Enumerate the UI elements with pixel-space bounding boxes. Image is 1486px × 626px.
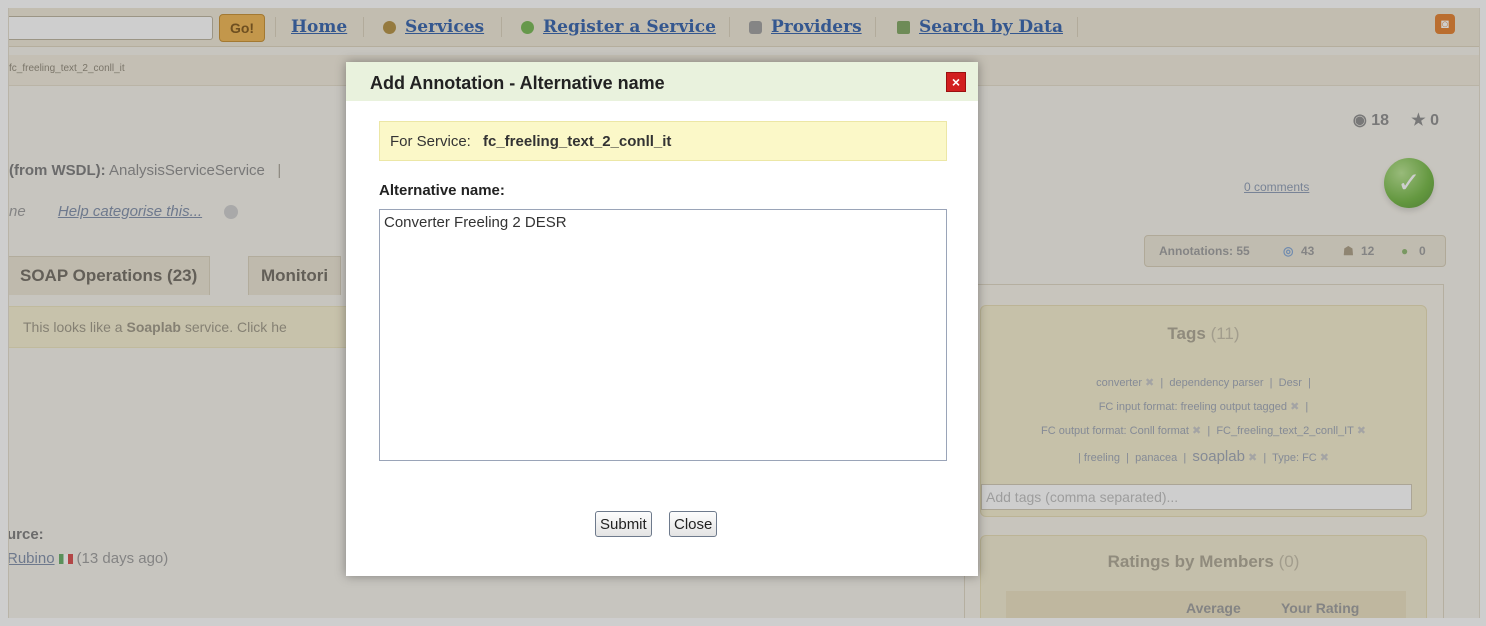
for-service-banner: For Service: fc_freeling_text_2_conll_it xyxy=(379,121,947,161)
close-button[interactable]: Close xyxy=(669,511,718,537)
for-service-name: fc_freeling_text_2_conll_it xyxy=(483,133,672,150)
close-icon[interactable]: × xyxy=(946,72,966,92)
alternative-name-label: Alternative name: xyxy=(379,182,505,199)
for-service-label: For Service: xyxy=(390,133,471,150)
add-annotation-dialog: Add Annotation - Alternative name × For … xyxy=(346,62,978,576)
alternative-name-textarea[interactable]: Converter Freeling 2 DESR xyxy=(379,209,947,461)
submit-button[interactable]: Submit xyxy=(595,511,652,537)
dialog-title: Add Annotation - Alternative name xyxy=(370,73,665,93)
dialog-header: Add Annotation - Alternative name × xyxy=(346,62,978,101)
